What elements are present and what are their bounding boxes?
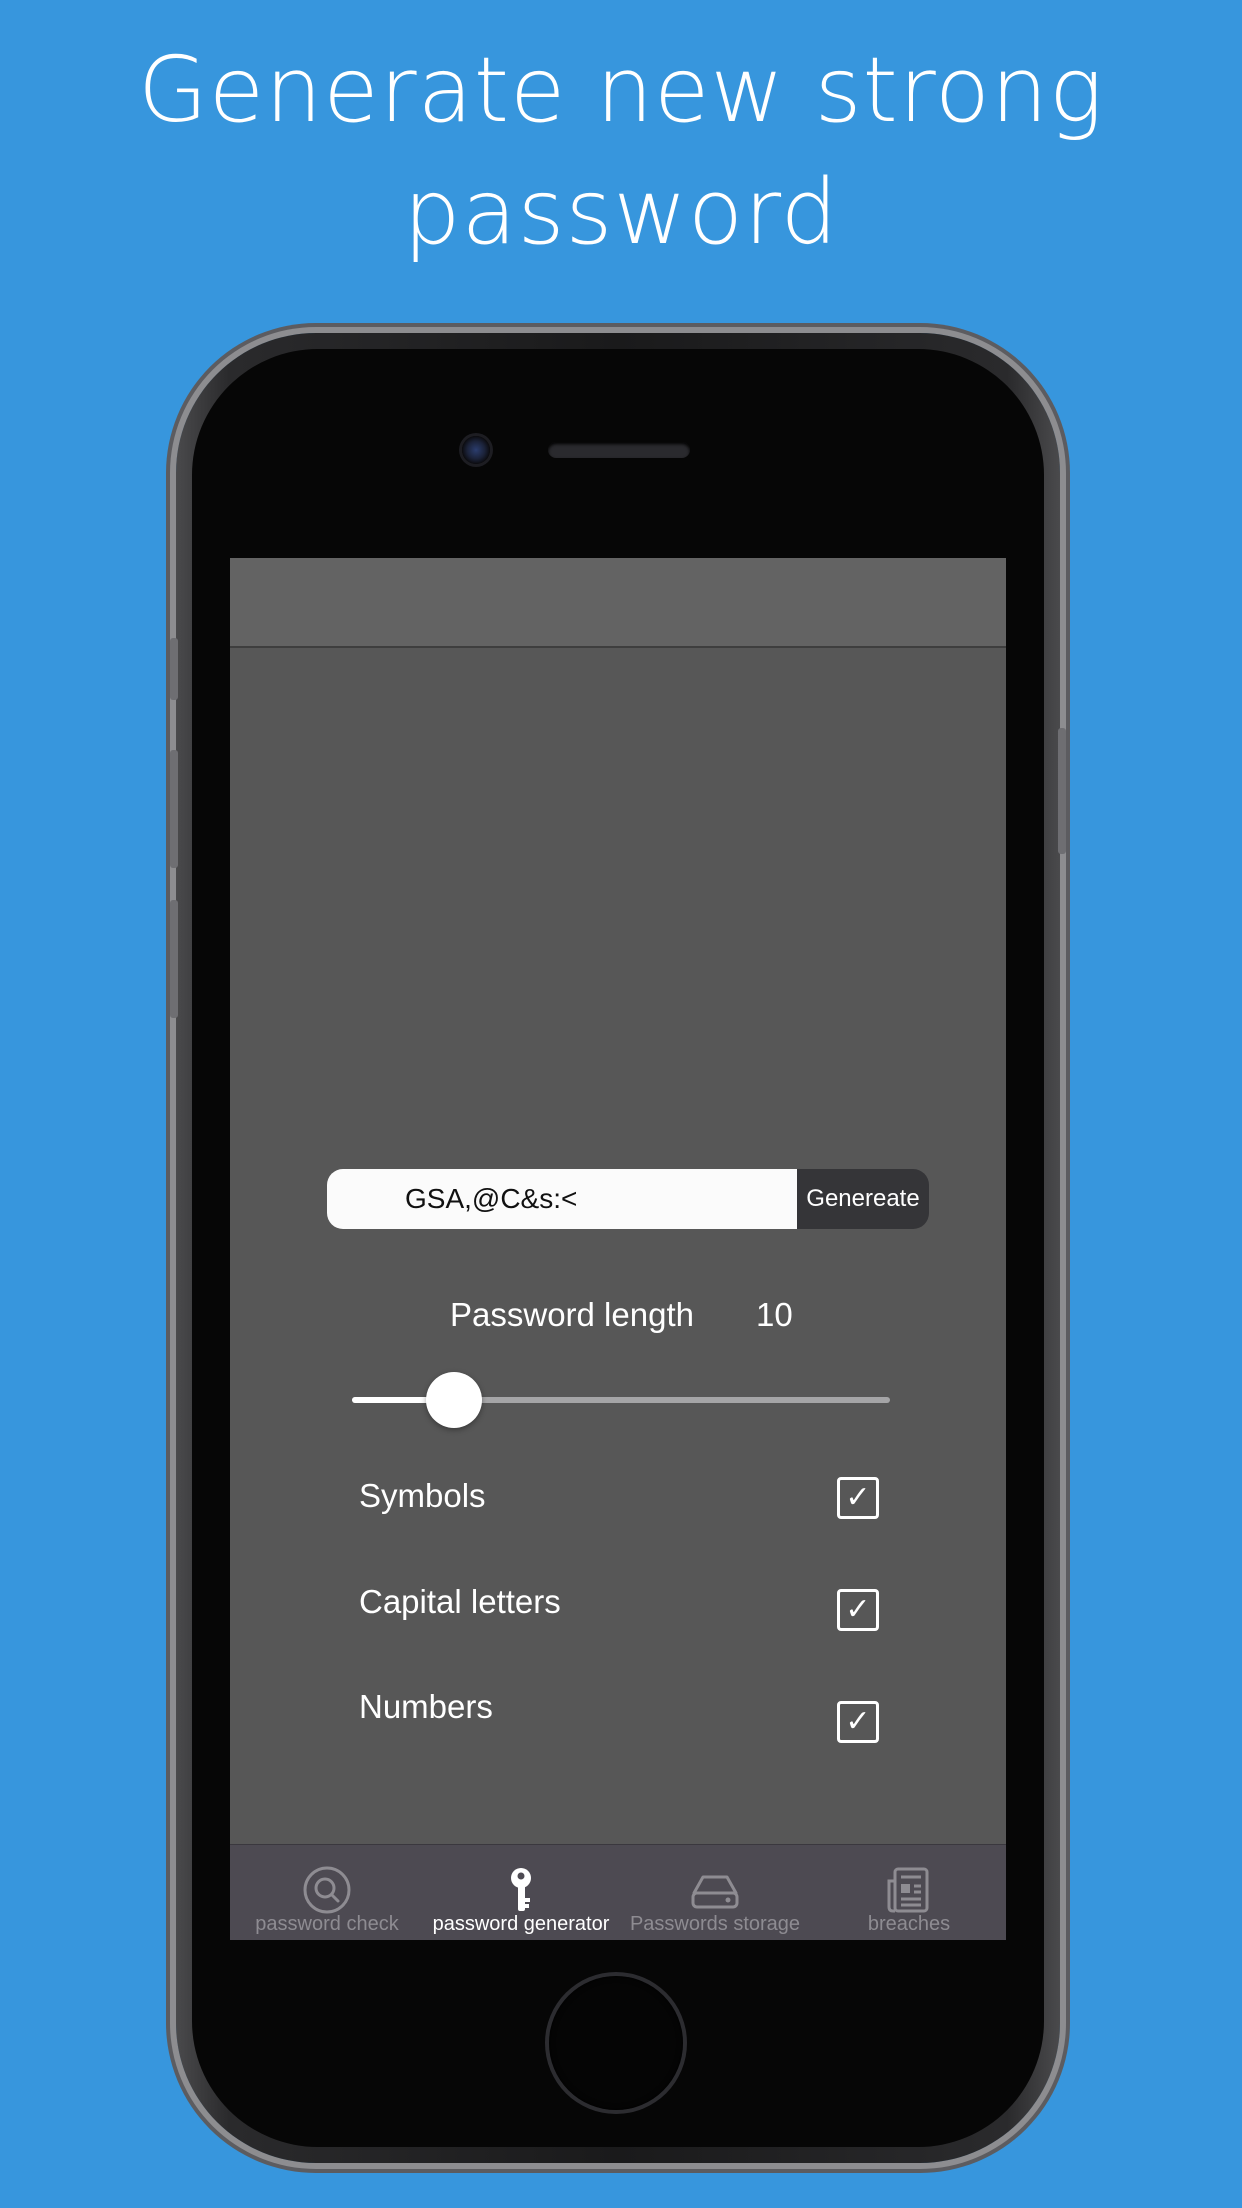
navigation-bar [230,558,1006,648]
option-label-symbols: Symbols [359,1477,486,1514]
password-row: Genereate [327,1169,929,1229]
front-camera [462,436,490,464]
tab-label-password-check: password check [255,1913,399,1935]
option-label-numbers: Numbers [359,1688,493,1725]
app-screen: Genereate Password length 10 Symbols ✓ C… [230,558,1006,1940]
password-length-value: 10 [756,1296,793,1333]
option-checkbox-symbols[interactable]: ✓ [837,1477,879,1519]
tab-breaches[interactable]: breaches [812,1845,1006,1940]
tab-bar: password check password generator Passwo… [230,1844,1006,1940]
slider-thumb[interactable] [426,1372,482,1428]
option-checkbox-numbers[interactable]: ✓ [837,1701,879,1743]
generated-password-field[interactable] [327,1169,797,1229]
tab-password-check[interactable]: password check [230,1845,424,1940]
headline: Generate new strong password [0,30,1242,274]
key-icon [511,1868,531,1911]
headline-line-2: password [403,160,839,265]
tab-label-breaches: breaches [867,1913,951,1935]
home-button[interactable] [549,1976,683,2110]
tab-label-password-generator: password generator [432,1913,610,1935]
tab-passwords-storage[interactable]: Passwords storage [618,1845,812,1940]
option-checkbox-capital-letters[interactable]: ✓ [837,1589,879,1631]
password-length-slider[interactable] [352,1370,890,1430]
side-button-right [1058,728,1066,854]
option-label-capital-letters: Capital letters [359,1583,561,1620]
side-button-left-1 [170,638,178,700]
generate-button[interactable]: Genereate [797,1169,929,1229]
earpiece-speaker [548,442,690,458]
side-button-left-3 [170,900,178,1018]
password-length-label: Password length [450,1296,694,1333]
magnifier-icon [303,1866,351,1914]
headline-line-1: Generate new strong [138,38,1104,143]
password-length-row: Password length 10 [230,1290,1006,1340]
newspaper-icon [887,1867,929,1913]
tab-password-generator[interactable]: password generator [424,1845,618,1940]
hard-drive-icon [691,1875,739,1909]
tab-label-passwords-storage: Passwords storage [629,1913,801,1935]
side-button-left-2 [170,750,178,868]
